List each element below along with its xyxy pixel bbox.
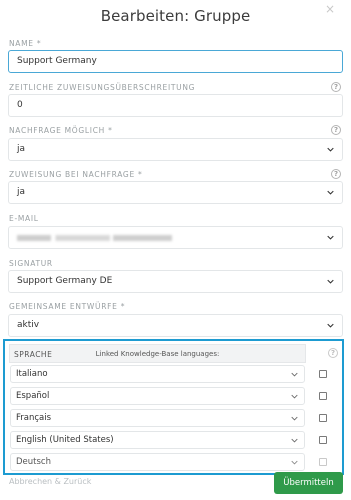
assignment-follow-up-label: Zuweisung bei Nachfrage * xyxy=(9,170,143,179)
chevron-down-icon xyxy=(291,459,298,466)
chevron-down-icon xyxy=(291,415,298,422)
help-circle-icon[interactable]: ? xyxy=(331,82,341,92)
language-select-italiano[interactable]: Italiano xyxy=(10,365,305,383)
shared-drafts-label: Gemeinsame Entwürfe * xyxy=(9,302,126,311)
assignment-follow-up-value: ja xyxy=(17,187,26,197)
email-select[interactable] xyxy=(8,226,343,249)
signature-select[interactable]: Support Germany DE xyxy=(8,270,343,293)
language-value: Deutsch xyxy=(16,457,51,467)
help-circle-icon[interactable]: ? xyxy=(328,348,338,358)
name-value: Support Germany xyxy=(17,56,97,66)
chevron-down-icon xyxy=(327,234,334,241)
redacted-email xyxy=(17,235,172,241)
name-input[interactable]: Support Germany xyxy=(8,50,343,73)
edit-group-dialog: × Bearbeiten: Gruppe Name * Support Germ… xyxy=(0,0,351,500)
email-label: E-Mail xyxy=(9,214,39,223)
follow-up-possible-value: ja xyxy=(17,144,26,154)
shared-drafts-value: aktiv xyxy=(17,320,40,330)
help-circle-icon[interactable]: ? xyxy=(331,125,341,135)
signature-label: Signatur xyxy=(9,259,53,268)
language-checkbox-espanol[interactable] xyxy=(319,392,327,400)
language-value: Español xyxy=(16,391,50,401)
language-select-francais[interactable]: Français xyxy=(10,409,305,427)
follow-up-possible-select[interactable]: ja xyxy=(8,138,343,161)
timeout-input[interactable]: 0 xyxy=(8,94,343,117)
cancel-link[interactable]: Abbrechen & Zurück xyxy=(9,477,91,486)
name-label: Name * xyxy=(9,39,42,48)
language-select-deutsch[interactable]: Deutsch xyxy=(10,453,305,471)
language-select-espanol[interactable]: Español xyxy=(10,387,305,405)
linked-languages-caption: Linked Knowledge-Base languages: xyxy=(95,350,220,358)
language-value: Français xyxy=(16,413,52,423)
chevron-down-icon xyxy=(291,393,298,400)
language-value: Italiano xyxy=(16,369,48,379)
chevron-down-icon xyxy=(327,322,334,329)
dialog-title: Bearbeiten: Gruppe xyxy=(100,7,251,25)
signature-value: Support Germany DE xyxy=(17,276,113,286)
chevron-down-icon xyxy=(327,278,334,285)
language-checkbox-english-us[interactable] xyxy=(319,436,327,444)
assignment-follow-up-select[interactable]: ja xyxy=(8,181,343,204)
follow-up-possible-label: Nachfrage möglich * xyxy=(9,126,113,135)
language-select-english-us[interactable]: English (United States) xyxy=(10,431,305,449)
timeout-label: Zeitliche Zuweisungsüberschreitung xyxy=(9,83,196,92)
submit-button[interactable]: Übermitteln xyxy=(274,472,343,494)
chevron-down-icon xyxy=(291,437,298,444)
help-circle-icon[interactable]: ? xyxy=(331,169,341,179)
language-checkbox-francais[interactable] xyxy=(319,414,327,422)
knowledge-base-languages-table: SPRACHE Linked Knowledge-Base languages:… xyxy=(3,339,344,475)
chevron-down-icon xyxy=(291,371,298,378)
language-checkbox-italiano[interactable] xyxy=(319,370,327,378)
chevron-down-icon xyxy=(327,146,334,153)
language-checkbox-deutsch[interactable] xyxy=(319,458,327,466)
shared-drafts-select[interactable]: aktiv xyxy=(8,314,343,337)
timeout-value: 0 xyxy=(17,100,23,110)
chevron-down-icon xyxy=(327,189,334,196)
table-header: SPRACHE Linked Knowledge-Base languages: xyxy=(9,344,306,363)
language-value: English (United States) xyxy=(16,435,114,445)
